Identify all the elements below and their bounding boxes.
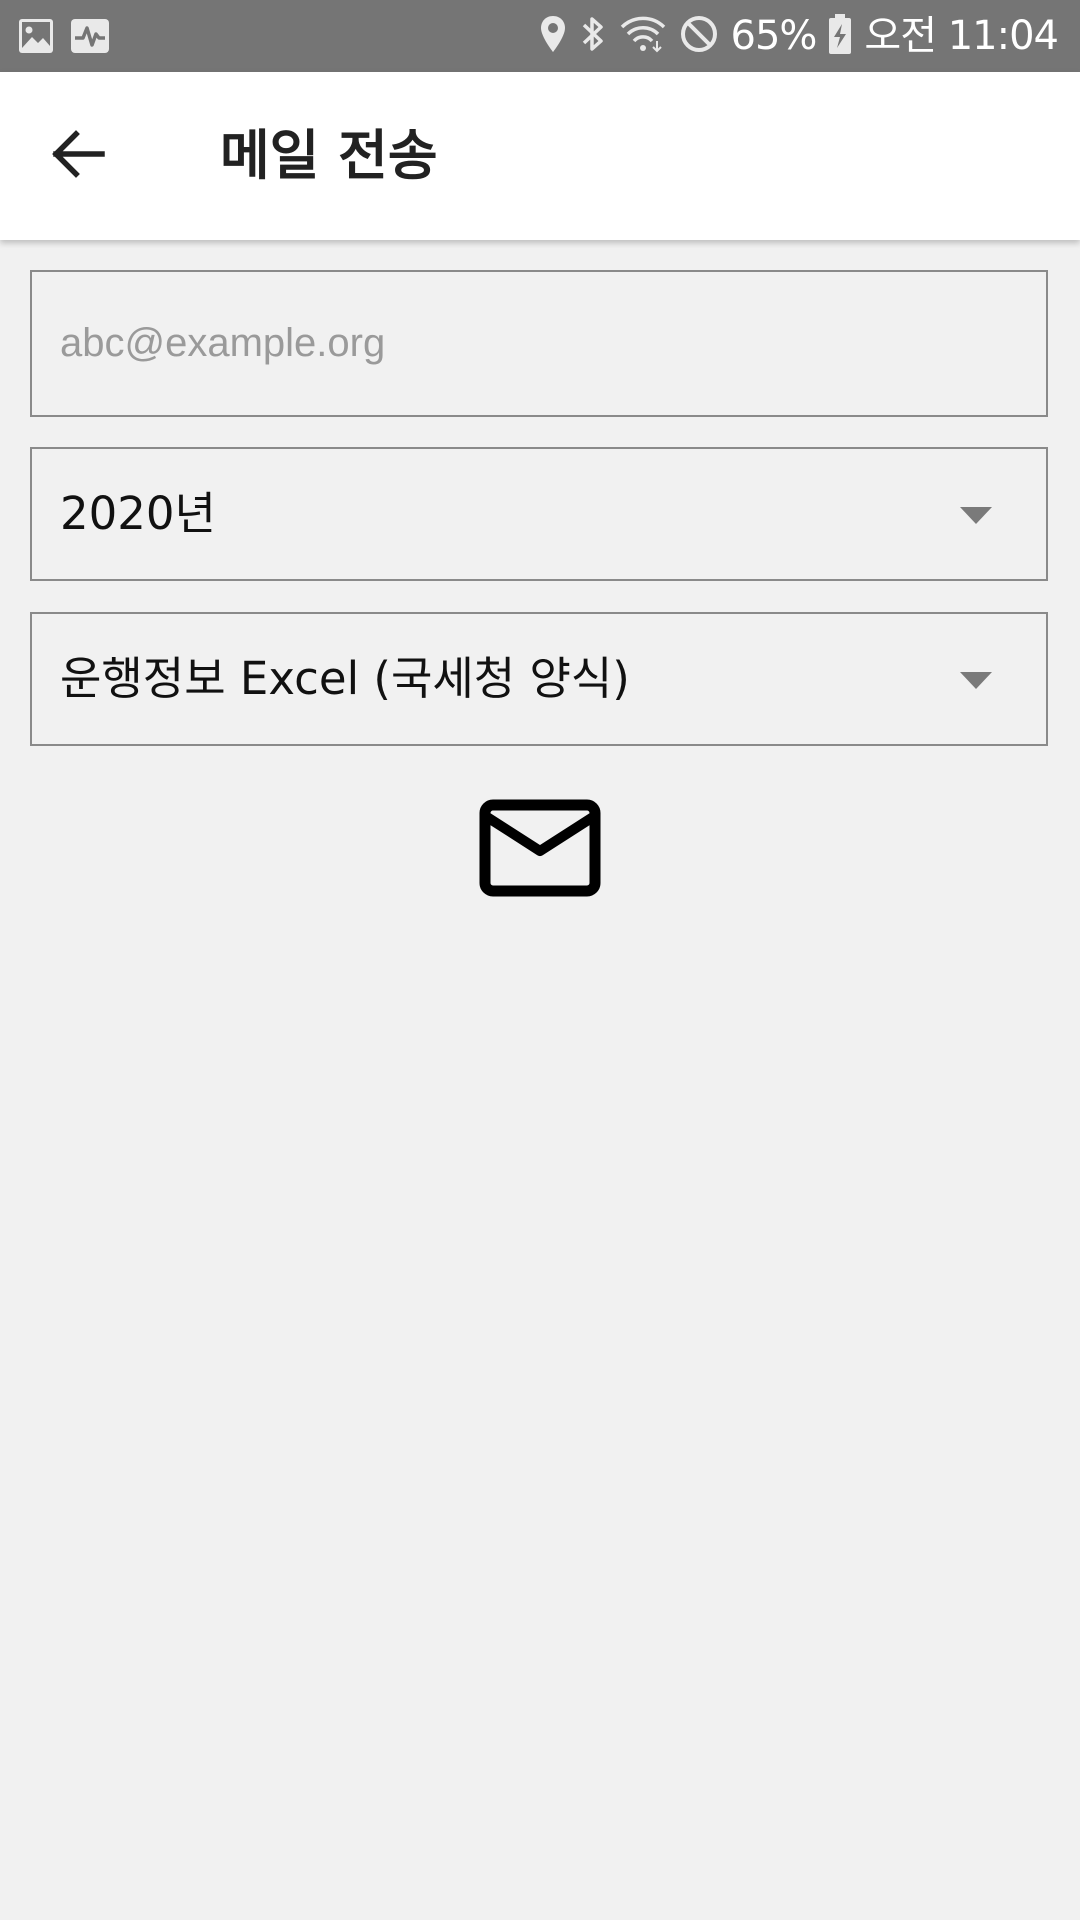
battery-percent: 65% [730, 13, 818, 59]
export-type-select[interactable]: 운행정보 Excel (국세청 양식) [30, 612, 1048, 746]
battery-charging-icon [828, 13, 852, 59]
location-icon [539, 14, 567, 58]
status-time: 오전 11:04 [864, 13, 1059, 59]
status-bar-right: 65% 오전 11:04 [539, 8, 1059, 64]
status-bar-left [18, 18, 110, 58]
arrow-back-icon [50, 126, 106, 186]
email-input[interactable] [60, 272, 1000, 415]
status-bar: 65% 오전 11:04 [0, 0, 1080, 72]
dropdown-arrow-icon [960, 507, 992, 524]
export-type-select-value: 운행정보 Excel (국세청 양식) [60, 652, 630, 705]
wifi-icon [619, 14, 667, 58]
dropdown-arrow-icon [960, 672, 992, 689]
back-button[interactable] [38, 116, 118, 196]
image-icon [18, 18, 54, 58]
mail-icon [479, 799, 601, 901]
year-select[interactable]: 2020년 [30, 447, 1048, 581]
app-bar: 메일 전송 [0, 72, 1080, 240]
do-not-disturb-icon [679, 14, 719, 58]
activity-icon [70, 18, 110, 58]
bluetooth-icon [579, 14, 607, 58]
page-title: 메일 전송 [220, 124, 438, 187]
send-mail-button[interactable] [476, 796, 604, 904]
email-field[interactable] [30, 270, 1048, 417]
year-select-value: 2020년 [60, 487, 216, 540]
